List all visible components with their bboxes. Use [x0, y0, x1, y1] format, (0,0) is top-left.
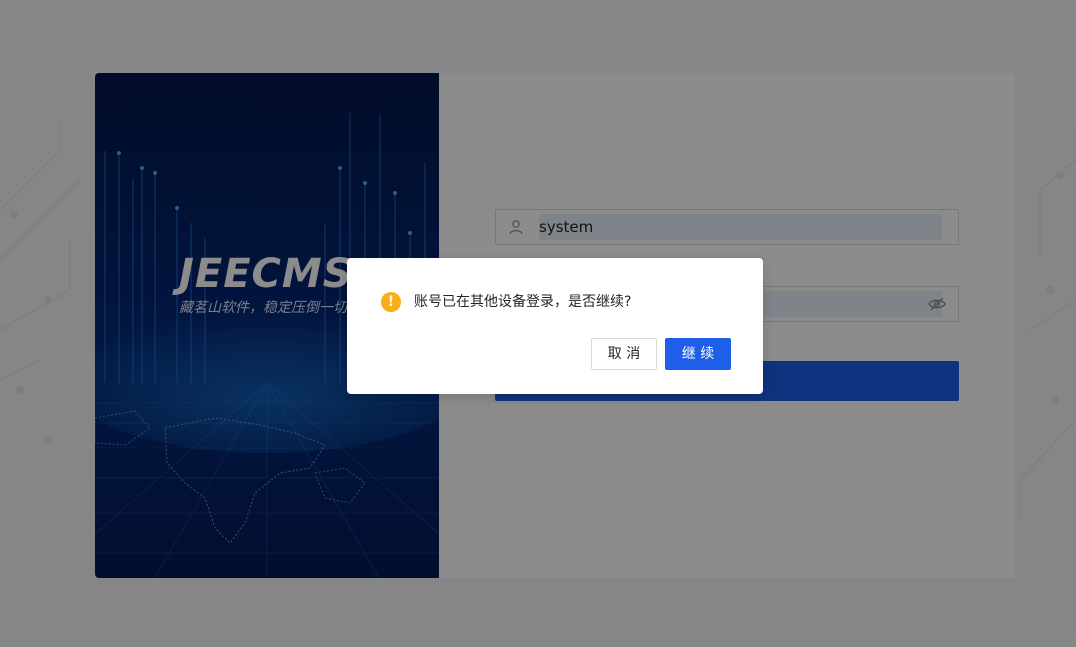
- continue-button[interactable]: 继 续: [665, 338, 731, 370]
- warning-icon: !: [381, 292, 401, 312]
- confirm-dialog: ! 账号已在其他设备登录，是否继续? 取 消 继 续: [347, 258, 763, 394]
- dialog-message: 账号已在其他设备登录，是否继续?: [414, 294, 632, 310]
- cancel-button[interactable]: 取 消: [591, 338, 657, 370]
